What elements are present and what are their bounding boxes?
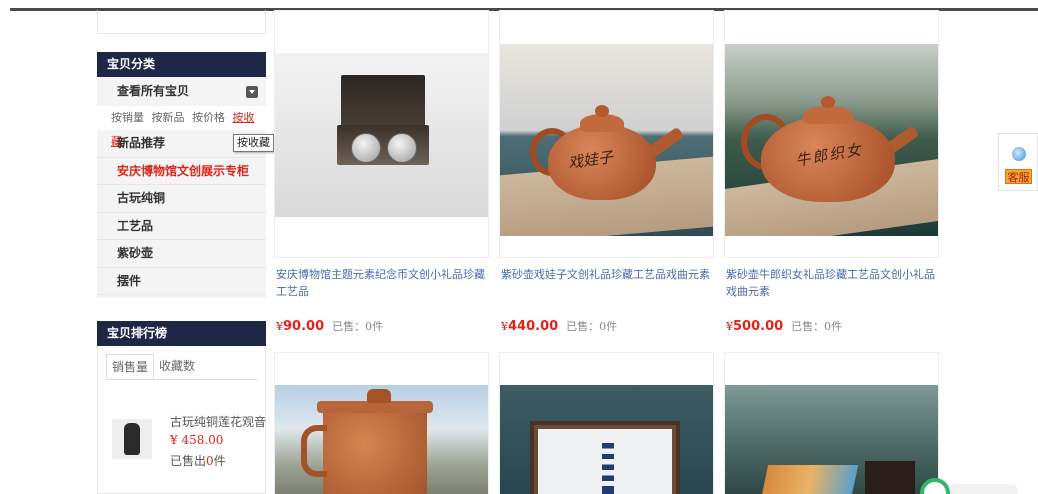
expand-arrow-icon[interactable] <box>246 86 258 98</box>
product-card[interactable] <box>499 352 714 494</box>
category-item-museum[interactable]: 安庆博物馆文创展示专柜 <box>97 158 266 185</box>
product-info: 紫砂壶戏娃子文创礼品珍藏工艺品戏曲元素 ¥440.00 已售：0件 <box>499 258 714 342</box>
product-image-box[interactable] <box>725 385 938 494</box>
product-image-cup[interactable] <box>275 385 488 494</box>
product-sold: 已售：0件 <box>566 320 618 333</box>
tab-favorites[interactable]: 收藏数 <box>154 354 200 379</box>
product-card[interactable] <box>724 352 939 494</box>
product-price-line: ¥500.00 已售：0件 <box>726 319 843 334</box>
product-info: 紫砂壶牛郎织女礼品珍藏工艺品文创小礼品戏曲元素 ¥500.00 已售：0件 <box>724 258 939 342</box>
product-sold: 已售：0件 <box>791 320 843 333</box>
category-item-copper[interactable]: 古玩纯铜 <box>97 185 266 213</box>
sort-by-price[interactable]: 按价格 <box>192 111 225 124</box>
ranking-panel: 宝贝排行榜 销售量 收藏数 古玩纯铜莲花观音 ¥ 458.00 已售出0件 <box>97 321 266 494</box>
ranking-item-sold: 已售出0件 <box>170 454 226 468</box>
product-title[interactable]: 紫砂壶牛郎织女礼品珍藏工艺品文创小礼品戏曲元素 <box>726 266 936 300</box>
product-image-teapot[interactable]: 戏娃子 <box>500 44 713 236</box>
product-title[interactable]: 安庆博物馆主题元素纪念币文创小礼品珍藏工艺品 <box>276 266 486 300</box>
sort-options: 按销量 按新品 按价格 按收藏 <box>97 106 266 148</box>
product-image-pagoda[interactable] <box>500 385 713 494</box>
sort-by-sales[interactable]: 按销量 <box>111 111 144 124</box>
ranking-item-price: ¥ 458.00 <box>170 433 224 447</box>
product-sold: 已售：0件 <box>332 320 384 333</box>
category-item-teapot[interactable]: 紫砂壶 <box>97 240 266 268</box>
product-price: 440.00 <box>508 319 559 334</box>
ranking-item-name[interactable]: 古玩纯铜莲花观音 <box>170 413 266 430</box>
category-panel-title: 宝贝分类 <box>97 52 266 77</box>
customer-service-label[interactable]: 客服 <box>1005 169 1032 184</box>
product-card[interactable] <box>274 352 489 494</box>
view-all-items-link[interactable]: 查看所有宝贝 <box>97 77 266 106</box>
chat-circle-icon[interactable] <box>920 478 950 494</box>
product-price: 500.00 <box>733 319 784 334</box>
product-card[interactable]: 牛郎织女 <box>724 10 939 258</box>
ranking-list-item[interactable]: 古玩纯铜莲花观音 ¥ 458.00 已售出0件 <box>112 413 266 473</box>
tab-sales[interactable]: 销售量 <box>106 354 155 379</box>
sort-by-new[interactable]: 按新品 <box>152 111 185 124</box>
category-item-ornament[interactable]: 摆件 <box>97 268 266 295</box>
customer-service-widget[interactable]: 客服 <box>998 133 1038 191</box>
ranking-panel-title: 宝贝排行榜 <box>97 321 266 346</box>
product-price-line: ¥440.00 已售：0件 <box>501 319 618 334</box>
ranking-tabs: 销售量 收藏数 <box>106 354 257 380</box>
floating-chat-button[interactable] <box>920 478 1020 494</box>
category-item-crafts[interactable]: 工艺品 <box>97 213 266 240</box>
product-card[interactable]: 戏娃子 <box>499 10 714 258</box>
sidebar-top-panel <box>97 10 266 34</box>
view-all-label: 查看所有宝贝 <box>117 84 190 98</box>
product-card[interactable] <box>274 10 489 258</box>
chat-bar[interactable] <box>948 484 1018 494</box>
product-info: 安庆博物馆主题元素纪念币文创小礼品珍藏工艺品 ¥90.00 已售：0件 <box>274 258 489 342</box>
product-price: 90.00 <box>283 319 325 334</box>
product-image-teapot[interactable]: 牛郎织女 <box>725 44 938 236</box>
product-price-line: ¥90.00 已售：0件 <box>276 319 384 334</box>
product-title[interactable]: 紫砂壶戏娃子文创礼品珍藏工艺品戏曲元素 <box>501 266 711 283</box>
guanyin-thumbnail[interactable] <box>112 419 152 459</box>
category-panel: 宝贝分类 查看所有宝贝 按销量 按新品 按价格 按收藏 新品推荐 安庆博物馆文创… <box>97 52 266 298</box>
service-avatar-icon[interactable] <box>1012 147 1026 161</box>
tooltip: 按收藏 <box>233 134 274 152</box>
product-image-coins[interactable] <box>275 53 488 217</box>
